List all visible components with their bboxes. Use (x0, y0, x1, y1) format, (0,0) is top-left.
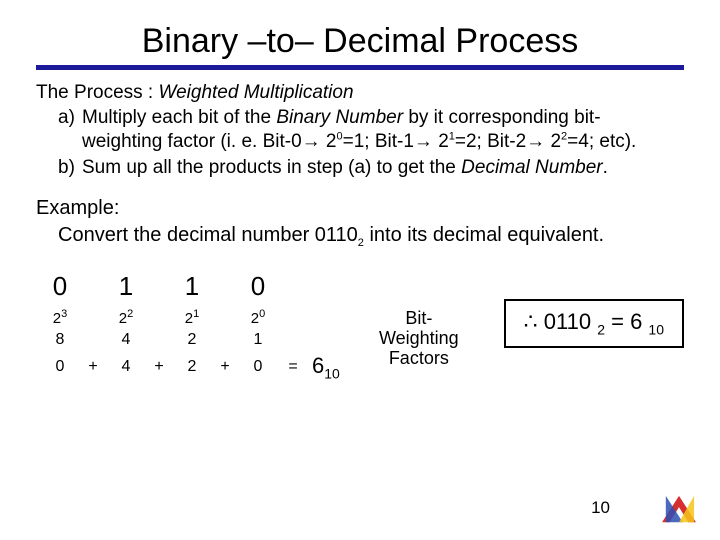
value-0: 1 (238, 329, 278, 351)
calculation-area: 0 1 1 0 23 22 21 20 8 4 2 1 0 (36, 271, 684, 383)
bit-2: 1 (106, 271, 146, 306)
process-label-em: Weighted Multiplication (159, 82, 354, 103)
process-heading: The Process : Weighted Multiplication (36, 82, 684, 104)
step-b-marker: b) (58, 156, 82, 180)
equals-icon: = (278, 351, 308, 383)
example-label: Example: (36, 197, 684, 220)
step-a: a)Multiply each bit of the Binary Number… (58, 106, 684, 154)
bit-weighting-label: Bit-Weighting Factors (372, 309, 466, 368)
value-3: 8 (40, 329, 80, 351)
bits-row: 0 1 1 0 (40, 271, 348, 306)
therefore-symbol: ∴ (524, 309, 538, 334)
bit-0: 0 (238, 271, 278, 306)
plus-icon: + (146, 351, 172, 383)
sum-row: 0 + 4 + 2 + 0 = 610 (40, 351, 348, 383)
bit-3: 0 (40, 271, 80, 306)
weights-row: 23 22 21 20 (40, 306, 348, 329)
term-0: 0 (238, 351, 278, 383)
weight-0: 20 (238, 306, 278, 329)
value-1: 2 (172, 329, 212, 351)
sum-result: 610 (308, 351, 348, 383)
calculation-table: 0 1 1 0 23 22 21 20 8 4 2 1 0 (40, 271, 348, 383)
plus-icon: + (212, 351, 238, 383)
plus-icon: + (80, 351, 106, 383)
process-steps: a)Multiply each bit of the Binary Number… (58, 106, 684, 179)
bit-1: 1 (172, 271, 212, 306)
process-label-plain: The Process : (36, 82, 159, 103)
value-2: 4 (106, 329, 146, 351)
logo-icon (660, 494, 698, 526)
page-number: 10 (591, 498, 610, 518)
example-question: Convert the decimal number 01102 into it… (58, 224, 684, 249)
step-a-text: Multiply each bit of the Binary Number b… (82, 107, 601, 128)
title-underline (36, 65, 684, 70)
weight-1: 21 (172, 306, 212, 329)
step-a-marker: a) (58, 106, 82, 130)
step-a-line2: weighting factor (i. e. Bit-0→ 20=1; Bit… (82, 130, 684, 154)
term-1: 2 (172, 351, 212, 383)
step-b-text: Sum up all the products in step (a) to g… (82, 157, 608, 178)
slide: Binary –to– Decimal Process The Process … (0, 0, 720, 540)
weight-3: 23 (40, 306, 80, 329)
values-row: 8 4 2 1 (40, 329, 348, 351)
term-2: 4 (106, 351, 146, 383)
term-3: 0 (40, 351, 80, 383)
step-b: b)Sum up all the products in step (a) to… (58, 156, 684, 180)
slide-title: Binary –to– Decimal Process (36, 22, 684, 61)
weight-2: 22 (106, 306, 146, 329)
result-box: ∴ 0110 2 = 6 10 (504, 299, 684, 347)
